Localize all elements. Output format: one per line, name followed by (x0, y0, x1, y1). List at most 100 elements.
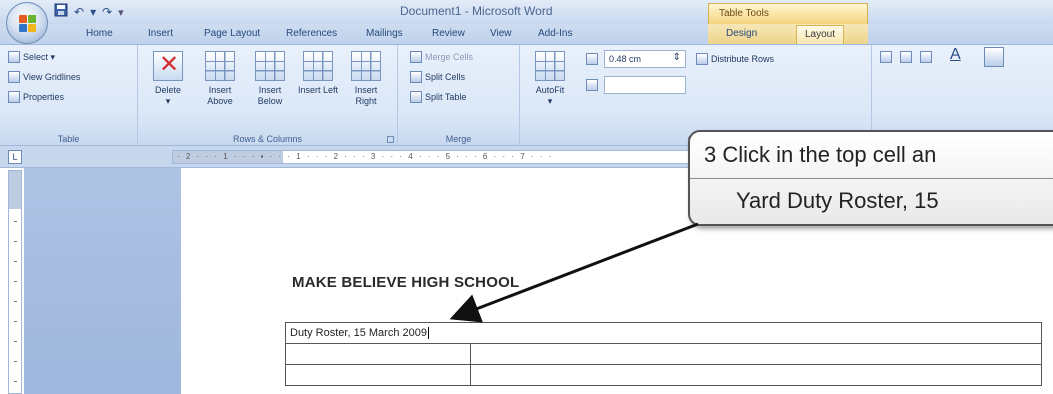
table-row (285, 364, 1042, 386)
distribute-rows-icon (696, 53, 708, 65)
align-top-center-icon (900, 51, 912, 63)
merge-cells-label: Merge Cells (425, 52, 474, 62)
ruler-tick (14, 381, 17, 382)
insert-right-icon (351, 51, 381, 81)
callout-divider (690, 178, 1053, 179)
rows-columns-dialog-launcher[interactable] (387, 136, 394, 143)
office-logo-icon (19, 15, 37, 33)
instruction-callout: 3 Click in the top cell an Yard Duty Ros… (688, 130, 1053, 226)
spinner-icon[interactable]: ⇕ (673, 52, 681, 63)
split-cells-button[interactable]: Split Cells (410, 69, 465, 85)
ruler-tick (14, 241, 17, 242)
split-table-button[interactable]: Split Table (410, 89, 466, 105)
window-title: Document1 - Microsoft Word (400, 4, 553, 18)
redo-button[interactable]: ↷ (102, 3, 112, 21)
table-cell[interactable] (285, 343, 471, 365)
column-width-input[interactable] (604, 76, 686, 94)
tab-page-layout[interactable]: Page Layout (204, 27, 260, 41)
split-table-label: Split Table (425, 92, 467, 102)
delete-text: Delete (154, 85, 181, 95)
properties-icon (8, 91, 20, 103)
table-cell-top[interactable]: Duty Roster, 15 March 2009 (285, 322, 1042, 344)
view-gridlines-button[interactable]: View Gridlines (8, 69, 80, 85)
properties-label: Properties (23, 92, 65, 102)
row-height-value: 0.48 cm (609, 54, 642, 64)
tab-view[interactable]: View (490, 27, 512, 41)
callout-example-text: Yard Duty Roster, 15 (736, 188, 939, 213)
vertical-ruler-margin-shade (9, 171, 21, 209)
distribute-rows-label: Distribute Rows (711, 54, 775, 64)
tab-layout[interactable]: Layout (796, 25, 845, 44)
select-button[interactable]: Select ▾ (8, 49, 55, 65)
align-top-center-button[interactable] (900, 49, 912, 65)
text-cursor (427, 327, 429, 340)
rows-columns-group: ✕ Delete ▾ Insert Above Insert Below Ins… (138, 45, 398, 146)
table-cell[interactable] (470, 343, 1042, 365)
save-icon[interactable] (54, 3, 68, 22)
insert-below-button[interactable]: Insert Below (248, 49, 292, 123)
merge-cells-button[interactable]: Merge Cells (410, 49, 473, 65)
autofit-label: AutoFit ▾ (528, 85, 572, 107)
insert-above-button[interactable]: Insert Above (198, 49, 242, 123)
select-label: Select ▾ (23, 51, 56, 62)
tab-design[interactable]: Design (722, 27, 761, 41)
ruler-tick (14, 321, 17, 322)
table-cell[interactable] (285, 364, 471, 386)
delete-icon: ✕ (153, 51, 183, 81)
document-table[interactable]: Duty Roster, 15 March 2009 (285, 322, 1042, 386)
table-group-label: Table (57, 134, 80, 144)
cell-margins-button[interactable] (984, 47, 1004, 67)
vertical-ruler[interactable] (8, 170, 22, 394)
ruler-tick (14, 301, 17, 302)
ruler-tick (14, 361, 17, 362)
align-top-right-button[interactable] (920, 49, 932, 65)
tab-review[interactable]: Review (432, 27, 465, 41)
insert-left-label: Insert Left (297, 85, 339, 95)
select-icon (8, 51, 20, 63)
autofit-arrow: ▾ (547, 96, 553, 106)
insert-left-button[interactable]: Insert Left (296, 49, 340, 123)
top-cell-text: Duty Roster, 15 March 2009 (290, 326, 427, 339)
undo-button[interactable]: ↶ (74, 3, 84, 21)
table-row: Duty Roster, 15 March 2009 (285, 322, 1042, 344)
insert-below-label: Insert Below (257, 85, 283, 106)
ruler-tick (14, 341, 17, 342)
office-button[interactable] (6, 2, 48, 44)
distribute-rows-button[interactable]: Distribute Rows (696, 51, 774, 67)
tab-insert[interactable]: Insert (148, 27, 173, 41)
autofit-button[interactable]: AutoFit ▾ (528, 49, 572, 123)
insert-above-label: Insert Above (207, 85, 233, 106)
insert-below-icon (255, 51, 285, 81)
row-height-control (586, 51, 598, 67)
tab-selector[interactable]: L (8, 150, 22, 164)
column-width-icon (586, 79, 598, 91)
table-cell[interactable] (470, 364, 1042, 386)
ruler-tick (14, 221, 17, 222)
properties-button[interactable]: Properties (8, 89, 64, 105)
text-direction-button[interactable]: A (950, 46, 961, 63)
split-cells-icon (410, 71, 422, 83)
customize-qat-button[interactable]: ▾ (118, 6, 124, 19)
insert-left-icon (303, 51, 333, 81)
row-height-input[interactable]: 0.48 cm ⇕ (604, 50, 686, 68)
align-top-left-icon (880, 51, 892, 63)
insert-right-label: Insert Right (354, 85, 378, 106)
ruler-marks: · 2 · · · 1 · · · ▪ · · · 1 · · · 2 · · … (177, 152, 554, 161)
tab-add-ins[interactable]: Add-Ins (538, 27, 572, 41)
align-top-right-icon (920, 51, 932, 63)
delete-button[interactable]: ✕ Delete ▾ (146, 49, 190, 123)
table-tools-label: Table Tools (708, 3, 868, 24)
split-cells-label: Split Cells (425, 72, 466, 82)
quick-access-toolbar: ↶ ▾ ↷ ▾ (54, 3, 124, 21)
ruler-tick (14, 261, 17, 262)
tab-references[interactable]: References (286, 27, 337, 41)
column-width-control (586, 77, 598, 93)
undo-dropdown[interactable]: ▾ (90, 3, 96, 21)
document-heading[interactable]: MAKE BELIEVE HIGH SCHOOL (292, 274, 519, 291)
table-group: Select ▾ View Gridlines Properties Table (0, 45, 138, 146)
tab-mailings[interactable]: Mailings (366, 27, 403, 41)
insert-right-button[interactable]: Insert Right (344, 49, 388, 123)
align-top-left-button[interactable] (880, 49, 892, 65)
table-row (285, 343, 1042, 365)
tab-home[interactable]: Home (86, 27, 113, 41)
